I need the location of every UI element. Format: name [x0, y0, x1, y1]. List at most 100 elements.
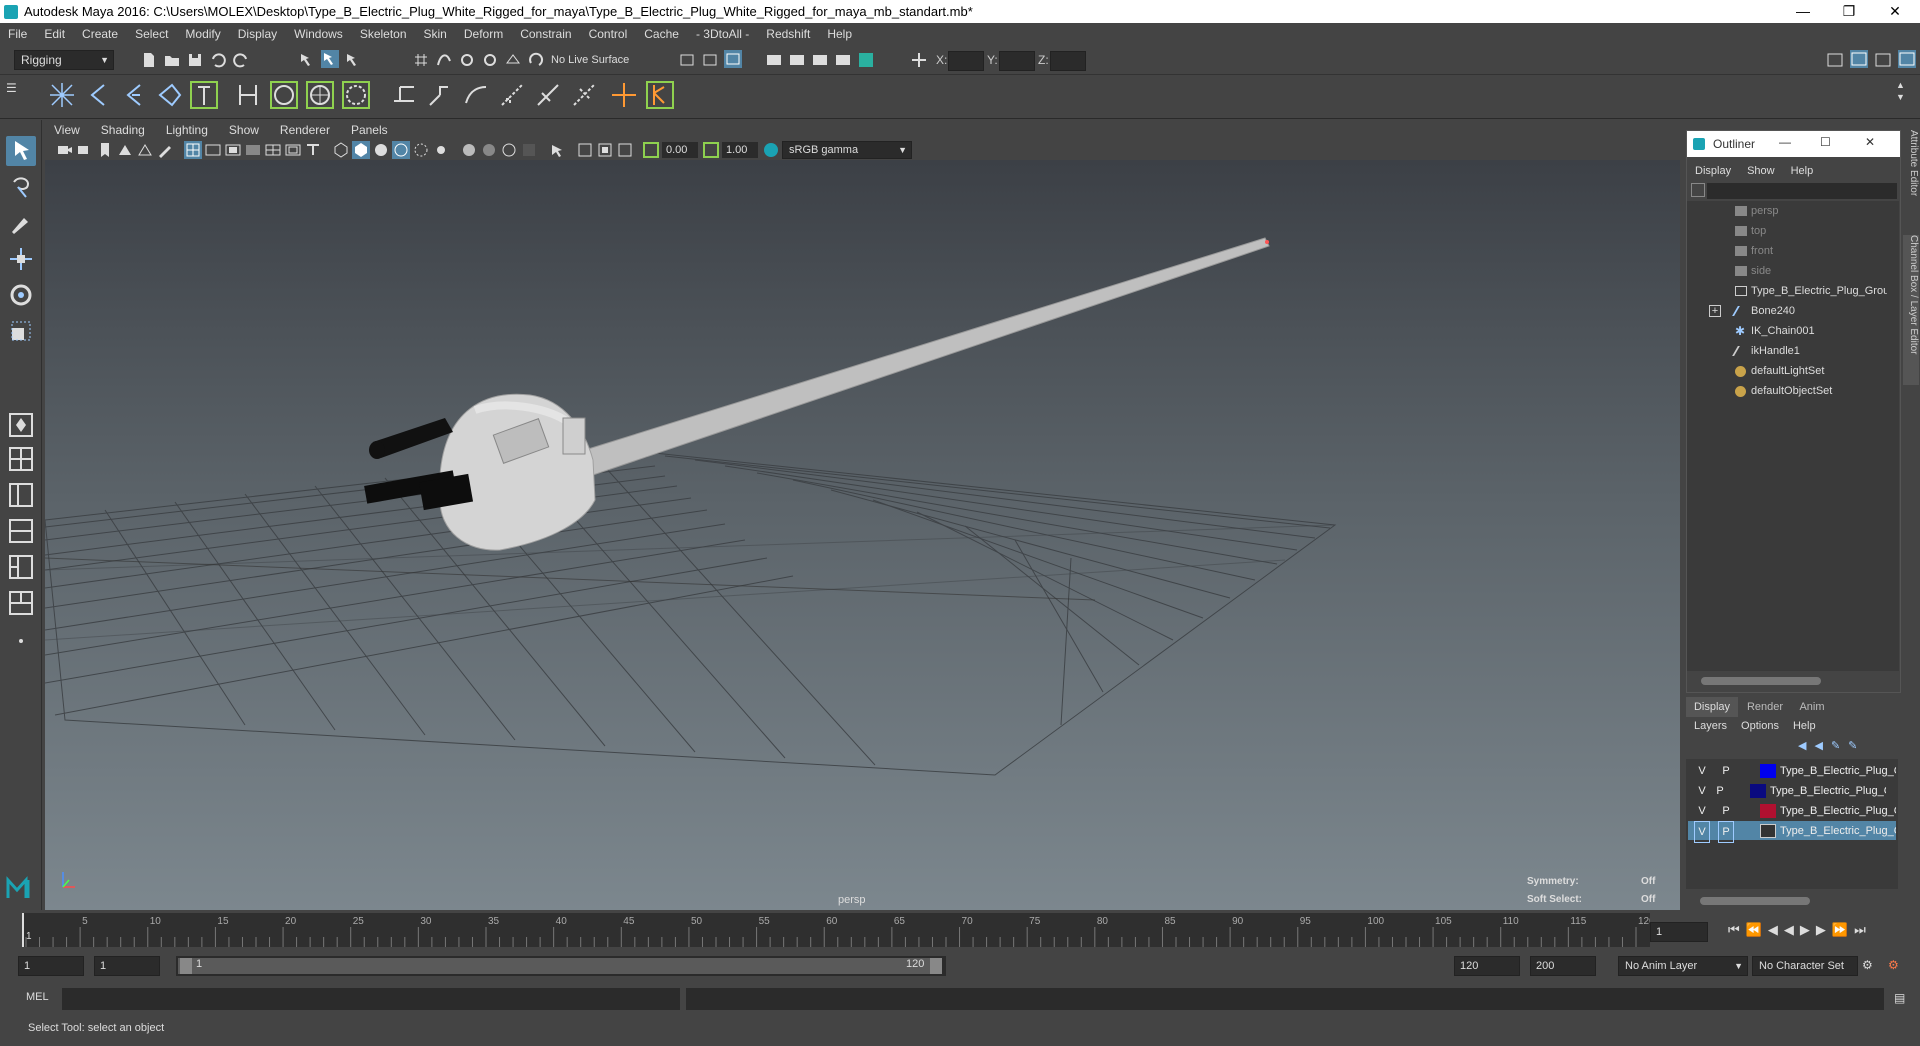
outliner-minimize-button[interactable]: — — [1779, 135, 1791, 149]
render-frame-icon[interactable] — [788, 51, 806, 69]
frame-all-icon[interactable] — [576, 141, 594, 159]
open-scene-icon[interactable] — [163, 51, 181, 69]
grease-pencil-icon[interactable] — [156, 141, 174, 159]
outliner-item-persp[interactable]: persp — [1687, 201, 1887, 221]
outliner-layout-icon[interactable] — [6, 480, 36, 510]
y-coord-field[interactable] — [999, 51, 1035, 71]
outliner-item-plug-group[interactable]: Type_B_Electric_Plug_Grou — [1687, 281, 1889, 301]
panel-menu-panels[interactable]: Panels — [351, 123, 388, 137]
ipr-render-icon[interactable] — [811, 51, 829, 69]
layer-tab-display[interactable]: Display — [1686, 697, 1738, 717]
new-layer-selected-icon[interactable]: ✎ — [1848, 739, 1857, 752]
animation-end-field[interactable]: 200 — [1530, 956, 1596, 976]
menu-edit[interactable]: Edit — [44, 27, 65, 41]
playback-end-field[interactable]: 120 — [1454, 956, 1520, 976]
time-slider[interactable]: 5 10 15 20 25 30 35 40 45 50 55 60 65 70 75 80 85 90 95 100… — [0, 910, 1920, 950]
bookmark-icon[interactable] — [96, 141, 114, 159]
scale-tool-icon[interactable] — [6, 316, 36, 346]
gamma-field[interactable]: 1.00 — [722, 142, 758, 158]
orient-constraint-icon[interactable] — [460, 79, 492, 111]
screen-space-ao-icon[interactable] — [500, 141, 518, 159]
layer-menu-help[interactable]: Help — [1793, 720, 1816, 732]
field-chart-icon[interactable] — [264, 141, 282, 159]
layer-playback[interactable]: P — [1718, 801, 1734, 821]
aim-constraint-icon[interactable] — [424, 79, 456, 111]
outliner-item-default-light-set[interactable]: defaultLightSet — [1687, 361, 1887, 381]
layer-color-swatch[interactable] — [1760, 824, 1776, 838]
go-to-end-icon[interactable]: ⏭ — [1854, 922, 1866, 938]
menu-select[interactable]: Select — [135, 27, 168, 41]
menu-display[interactable]: Display — [238, 27, 277, 41]
construction-history-icon[interactable] — [724, 50, 742, 68]
motion-blur-icon[interactable] — [520, 141, 538, 159]
channel-box-tab[interactable]: Channel Box / Layer Editor — [1903, 235, 1919, 385]
xray-icon[interactable] — [412, 141, 430, 159]
locator-icon[interactable] — [608, 79, 640, 111]
menu-file[interactable]: File — [8, 27, 27, 41]
perspective-viewport[interactable]: persp Symmetry: Off Soft Select: Off — [45, 160, 1680, 910]
menu-modify[interactable]: Modify — [185, 27, 220, 41]
move-layer-down-icon[interactable]: ◀ — [1814, 739, 1822, 752]
current-time-marker[interactable] — [22, 913, 24, 947]
layer-color-swatch[interactable] — [1760, 804, 1776, 818]
sidebar-toggle-1-icon[interactable] — [1826, 51, 1844, 69]
anim-prefs-icon[interactable]: ⚙ — [1888, 958, 1899, 972]
plug-body[interactable] — [364, 393, 596, 551]
select-camera-icon[interactable] — [56, 141, 74, 159]
menu-redshift[interactable]: Redshift — [766, 27, 810, 41]
color-management-icon[interactable] — [762, 141, 780, 159]
menu-windows[interactable]: Windows — [294, 27, 343, 41]
2d-pan-zoom-icon[interactable] — [136, 141, 154, 159]
render-settings-icon[interactable] — [834, 51, 852, 69]
outliner-item-top[interactable]: top — [1687, 221, 1887, 241]
menu-create[interactable]: Create — [82, 27, 118, 41]
menu-control[interactable]: Control — [589, 27, 628, 41]
layer-color-swatch[interactable] — [1760, 764, 1776, 778]
mirror-joint-icon[interactable] — [118, 79, 150, 111]
view-transform-dropdown[interactable]: sRGB gamma ▼ — [782, 141, 912, 159]
frame-view-icon[interactable] — [616, 141, 634, 159]
toolbox-options-icon[interactable] — [6, 626, 36, 656]
snap-curve-icon[interactable] — [435, 51, 453, 69]
play-forward-icon[interactable]: ▶ — [1800, 922, 1810, 938]
film-gate-icon[interactable] — [204, 141, 222, 159]
layer-visibility[interactable]: V — [1694, 801, 1710, 821]
output-ops-icon[interactable] — [701, 51, 719, 69]
select-component-icon[interactable] — [344, 51, 362, 69]
point-constraint-icon[interactable] — [388, 79, 420, 111]
script-editor-icon[interactable]: ▤ — [1894, 991, 1905, 1005]
safe-action-icon[interactable] — [284, 141, 302, 159]
outliner-menu-help[interactable]: Help — [1791, 165, 1814, 177]
animation-start-field[interactable]: 1 — [18, 956, 84, 976]
outliner-item-bone240[interactable]: + Bone240 — [1687, 301, 1887, 321]
snap-view-icon[interactable] — [481, 51, 499, 69]
layer-menu-layers[interactable]: Layers — [1694, 720, 1727, 732]
select-object-icon[interactable] — [321, 50, 339, 68]
layer-row[interactable]: VP Type_B_Electric_Plug_Gro — [1688, 781, 1896, 801]
select-hierarchy-icon[interactable] — [298, 51, 316, 69]
layer-visibility[interactable]: V — [1694, 781, 1710, 801]
cable-end-joint[interactable] — [1265, 240, 1269, 244]
paint-select-icon[interactable] — [6, 208, 36, 238]
paint-weights-icon[interactable] — [340, 79, 372, 111]
orient-joint-icon[interactable] — [154, 79, 186, 111]
step-back-frame-icon[interactable]: ◀ — [1768, 922, 1778, 938]
shadows-icon[interactable] — [480, 141, 498, 159]
range-slider-track[interactable]: 1 120 — [176, 956, 946, 976]
range-slider-bar[interactable] — [178, 958, 942, 974]
outliner-filter-icon[interactable] — [1691, 183, 1705, 197]
range-end-handle[interactable] — [930, 958, 942, 974]
menu-3dtoall[interactable]: - 3DtoAll - — [696, 27, 749, 41]
menu-set-dropdown[interactable]: Rigging ▼ — [14, 50, 114, 70]
panel-menu-view[interactable]: View — [54, 123, 80, 137]
outliner-item-ikhandle[interactable]: ikHandle1 — [1687, 341, 1887, 361]
snap-grid-icon[interactable] — [412, 51, 430, 69]
outliner-close-button[interactable]: ✕ — [1865, 135, 1875, 149]
redo-icon[interactable] — [232, 51, 250, 69]
minimize-button[interactable]: — — [1780, 0, 1826, 23]
sidebar-toggle-2-icon[interactable] — [1850, 50, 1868, 68]
expand-plus-icon[interactable]: + — [1709, 305, 1721, 317]
hypershade-icon[interactable] — [857, 51, 875, 69]
command-input[interactable] — [62, 988, 680, 1010]
select-tool-icon[interactable] — [6, 136, 36, 166]
